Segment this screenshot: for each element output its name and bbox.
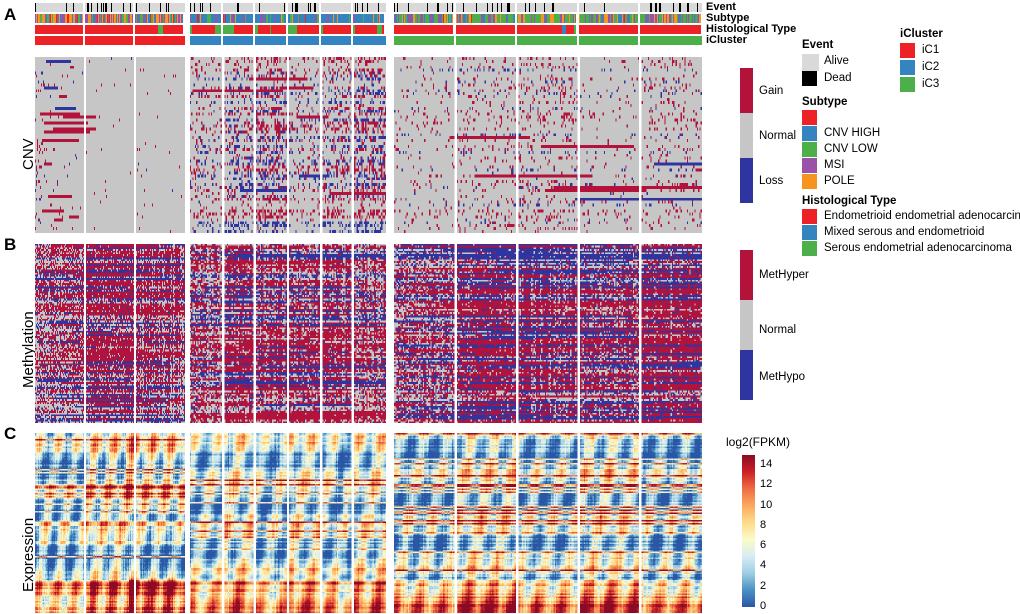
legend-label-icluster-ic3: iC3 [922, 78, 940, 90]
legend-swatch-subtype-cnv-low [802, 142, 817, 157]
methylation-colorbar-segment-methypo [740, 350, 753, 400]
legend-label-event-alive: Alive [824, 55, 849, 67]
annotation-swatch-icluster [694, 36, 701, 45]
legend-swatch-subtype-pole [802, 174, 817, 189]
annotation-row-histological-type-group-2 [190, 25, 386, 34]
legend-label-histological-type-2: Serous endometrial adenocarcinoma [824, 242, 1012, 254]
annotation-row-histological-type-group-1 [35, 25, 185, 34]
legend-swatch-histological-type-1 [802, 225, 817, 240]
expression-colorbar-tick-6: 6 [760, 539, 767, 552]
annotation-label-subtype: Subtype [706, 12, 750, 24]
legend-label-subtype-cnv-high: CNV HIGH [824, 127, 881, 139]
legend-label-histological-type-1: Mixed serous and endometrioid [824, 226, 985, 238]
legend-label-histological-type-0: Endometrioid endometrial adenocarcinoma [824, 210, 1020, 222]
legend-label-event-dead: Dead [824, 72, 852, 84]
cnv-colorbar-segment-loss [740, 158, 753, 203]
legend-swatch-histological-type-2 [802, 241, 817, 256]
annotation-row-icluster-group-1 [35, 36, 185, 45]
annotation-row-event-group-2 [190, 3, 386, 12]
methylation-colorbar-label-methypo: MetHypo [759, 371, 806, 383]
methylation-colorbar-segment-methyper [740, 250, 753, 300]
expression-heatmap-group-1 [35, 433, 185, 613]
methylation-colorbar-segment-normal [740, 300, 753, 350]
expression-colorbar-title: log2(FPKM) [726, 435, 791, 449]
panel-letter-c: C [4, 424, 17, 443]
panel-letter-a: A [4, 5, 17, 24]
cnv-colorbar-segment-gain [740, 68, 753, 113]
legend-title-event: Event [802, 39, 834, 51]
annotation-row-subtype-group-1 [35, 14, 185, 23]
legend-label-subtype-cnv-low: CNV LOW [824, 143, 878, 155]
expression-colorbar-tick-0: 0 [760, 600, 767, 612]
multiomics-heatmap-figure: A B C CNV Methylation Expression Event S… [0, 0, 1020, 614]
cnv-colorbar-segment-normal [740, 113, 753, 158]
methylation-colorbar-label-normal: Normal [759, 324, 797, 336]
expression-heatmap-group-2 [190, 433, 386, 613]
expression-colorbar-tick-8: 8 [760, 518, 767, 531]
cnv-colorbar [740, 68, 753, 203]
annotation-label-icluster: iCluster [706, 34, 747, 46]
legend-swatch-event-alive [802, 54, 819, 71]
legend-label-subtype-msi: MSI [824, 159, 845, 171]
expression-colorbar-tick-14: 14 [760, 458, 773, 471]
annotation-row-subtype-group-2 [190, 14, 386, 23]
expression-colorbar-tick-2: 2 [760, 579, 767, 592]
annotation-label-event: Event [706, 1, 736, 13]
annotation-row-event-group-3 [394, 3, 702, 12]
annotation-row-icluster-group-2 [190, 36, 386, 45]
cnv-heatmap-group-2 [190, 57, 386, 233]
annotation-row-event-group-1 [35, 3, 185, 12]
cnv-heatmap-group-1 [35, 57, 185, 233]
methylation-colorbar-label-methyper: MetHyper [759, 269, 809, 281]
legend-title-subtype: Subtype [802, 96, 848, 108]
legend-title-icluster: iCluster [900, 28, 943, 40]
annotation-row-subtype-group-3 [394, 14, 702, 23]
legend-swatch-histological-type-0 [802, 209, 817, 224]
annotation-swatch-event [694, 3, 701, 12]
methylation-heatmap-group-3 [394, 244, 702, 423]
expression-colorbar [742, 455, 755, 607]
legend-label-icluster-ic1: iC1 [922, 44, 940, 56]
legend-label-icluster-ic2: iC2 [922, 61, 940, 73]
expression-heatmap-group-3 [394, 433, 702, 613]
cnv-colorbar-label-loss: Loss [759, 175, 784, 187]
legend-swatch-icluster-ic1 [900, 43, 915, 58]
annotation-row-histological-type-group-3 [394, 25, 702, 34]
legend-swatch-subtype-cnv-high [802, 126, 817, 141]
expression-colorbar-tick-4: 4 [760, 559, 767, 572]
cnv-heatmap-group-3 [394, 57, 702, 233]
methylation-colorbar [740, 250, 753, 400]
cnv-colorbar-label-normal: Normal [759, 130, 797, 142]
methylation-heatmap-group-2 [190, 244, 386, 423]
methylation-heatmap-group-1 [35, 244, 185, 423]
cnv-colorbar-label-gain: Gain [759, 85, 784, 97]
legend-swatch-icluster-ic3 [900, 77, 915, 92]
annotation-label-histological-type: Histological Type [706, 23, 797, 35]
legend-label-subtype-pole: POLE [824, 175, 855, 187]
annotation-swatch-histological-type [694, 25, 701, 34]
legend-swatch-subtype-0 [802, 110, 817, 125]
legend-title-histological-type: Histological Type [802, 195, 897, 207]
annotation-row-icluster-group-3 [394, 36, 702, 45]
expression-colorbar-tick-12: 12 [760, 478, 773, 491]
expression-colorbar-tick-10: 10 [760, 498, 773, 511]
panel-letter-b: B [4, 235, 17, 254]
annotation-swatch-subtype [694, 14, 701, 23]
legend-swatch-event-dead [802, 71, 817, 86]
legend-swatch-icluster-ic2 [900, 60, 915, 75]
legend-swatch-subtype-msi [802, 158, 817, 173]
